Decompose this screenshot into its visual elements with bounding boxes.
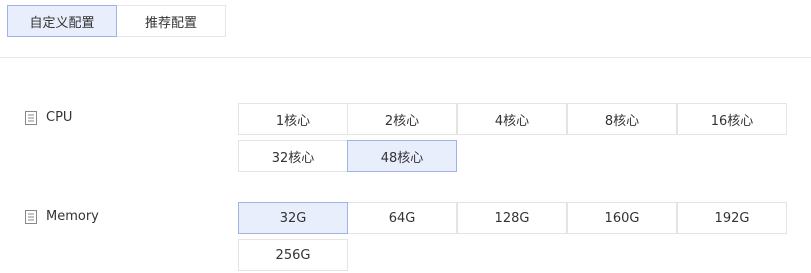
- cpu-label: CPU: [46, 110, 73, 125]
- divider: [0, 57, 811, 58]
- memory-option-192g[interactable]: 192G: [677, 202, 787, 234]
- cpu-option-2[interactable]: 2核心: [347, 103, 457, 135]
- memory-option-64g[interactable]: 64G: [347, 202, 457, 234]
- cpu-option-48[interactable]: 48核心: [347, 140, 457, 172]
- memory-option-256g[interactable]: 256G: [238, 239, 348, 271]
- cpu-option-32[interactable]: 32核心: [238, 140, 348, 172]
- memory-label: Memory: [46, 209, 99, 224]
- cpu-option-16[interactable]: 16核心: [677, 103, 787, 135]
- cpu-row-label: CPU: [24, 110, 72, 125]
- document-list-icon: [24, 209, 38, 224]
- cpu-option-1[interactable]: 1核心: [238, 103, 348, 135]
- memory-option-160g[interactable]: 160G: [567, 202, 677, 234]
- document-list-icon: [24, 110, 38, 125]
- cpu-option-8[interactable]: 8核心: [567, 103, 677, 135]
- memory-option-32g[interactable]: 32G: [238, 202, 348, 234]
- config-tabs: 自定义配置 推荐配置: [7, 5, 226, 37]
- memory-row-label: Memory: [24, 209, 99, 224]
- tab-custom-config[interactable]: 自定义配置: [7, 5, 117, 37]
- memory-option-128g[interactable]: 128G: [457, 202, 567, 234]
- cpu-option-4[interactable]: 4核心: [457, 103, 567, 135]
- tab-recommended-config[interactable]: 推荐配置: [116, 5, 226, 37]
